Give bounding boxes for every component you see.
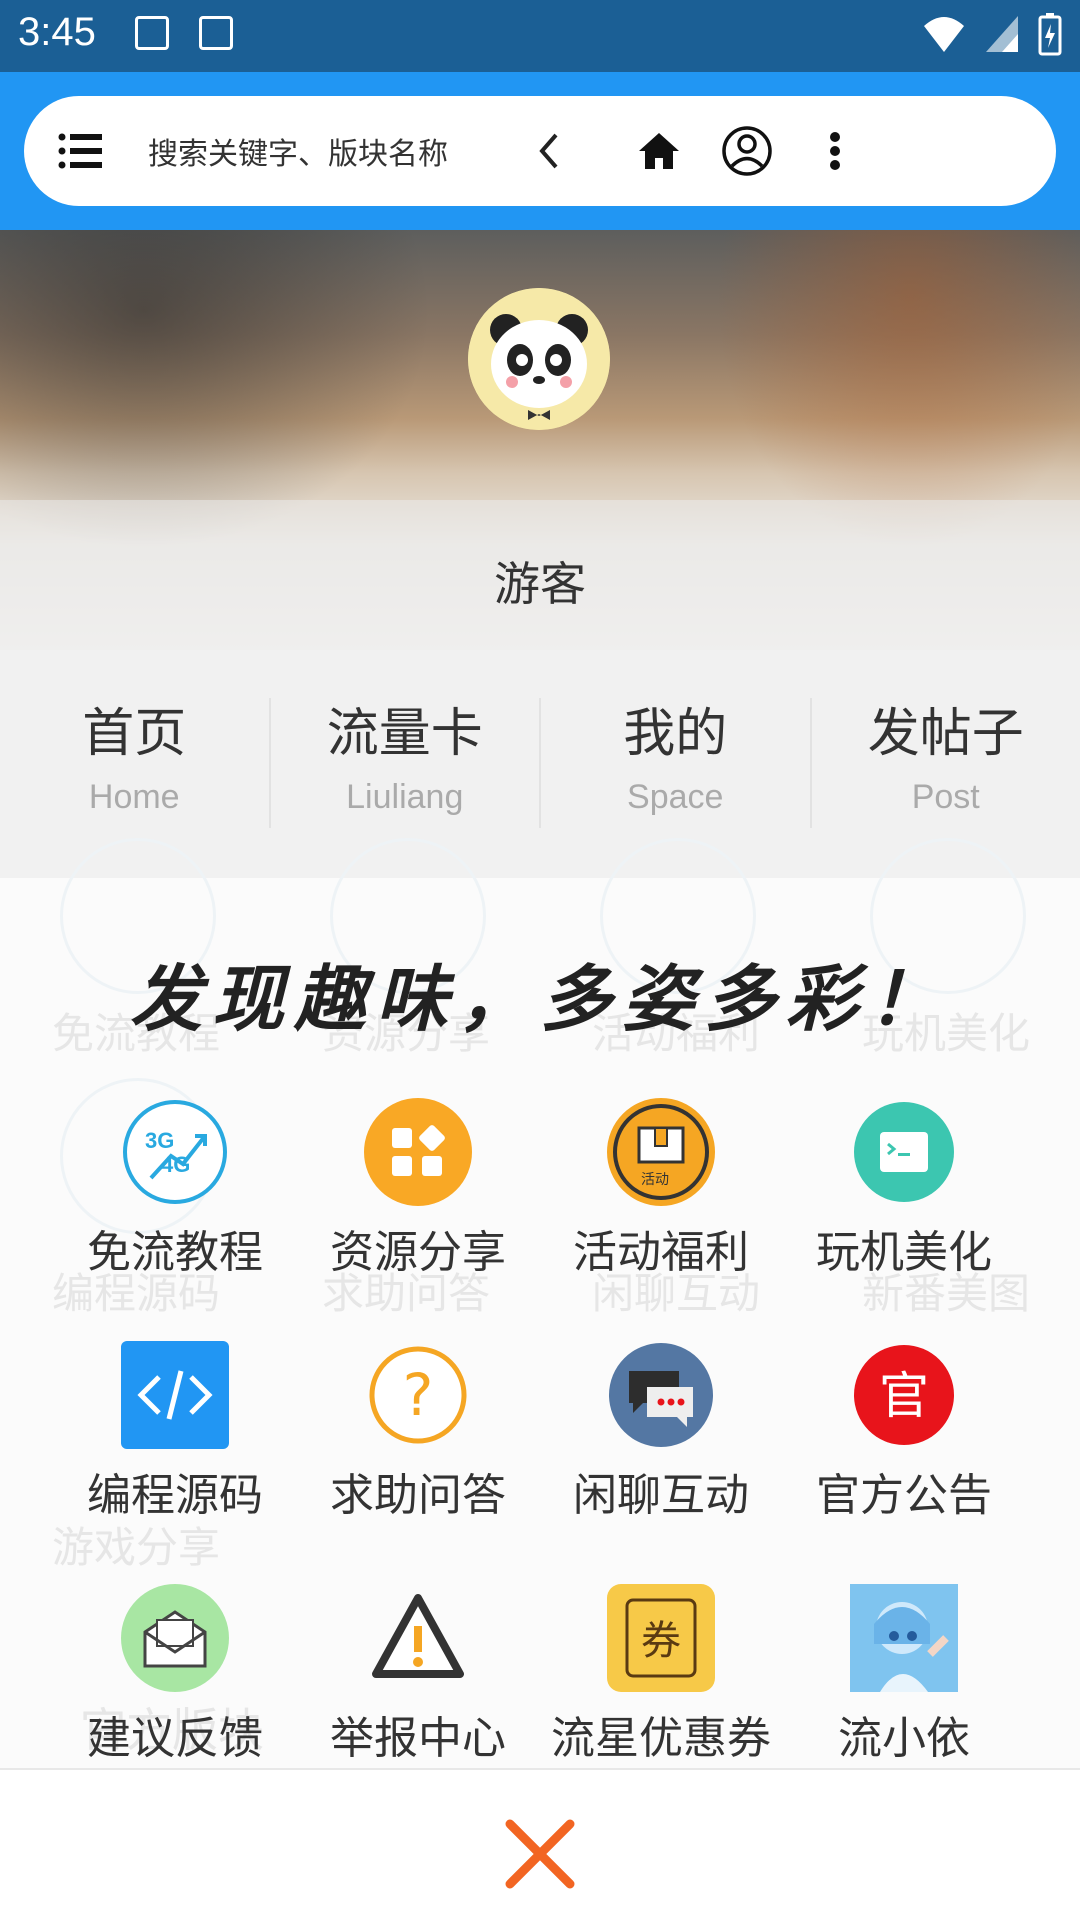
search-input[interactable]: 搜索关键字、版块名称 (148, 129, 448, 173)
question-icon: ? (364, 1341, 472, 1449)
grid-item-mianliu[interactable]: 3G 4G 免流教程 (40, 1098, 310, 1318)
grid-item-help[interactable]: ? 求助问答 (283, 1341, 553, 1561)
svg-text:?: ? (403, 1361, 434, 1429)
more-icon (829, 131, 841, 171)
coupon-icon: 券 (607, 1584, 715, 1692)
terminal-icon (850, 1098, 958, 1206)
nav-item-liuliang[interactable]: 流量卡 Liuliang (271, 698, 542, 828)
grid-item-label: 玩机美化 (769, 1216, 1039, 1280)
popup-bottom-bar (0, 1768, 1080, 1922)
grid-item-label: 官方公告 (769, 1459, 1039, 1523)
grid-item-label: 举报中心 (283, 1702, 553, 1766)
grid-item-label: 免流教程 (40, 1216, 310, 1280)
nav-subtitle: Liuliang (271, 778, 540, 817)
status-time: 3:45 (18, 10, 96, 55)
grid-item-label: 编程源码 (40, 1459, 310, 1523)
anime-avatar-icon (850, 1584, 958, 1692)
svg-text:3G: 3G (145, 1128, 174, 1153)
user-icon (721, 125, 773, 177)
nav-title: 流量卡 (271, 698, 540, 770)
more-button[interactable] (800, 116, 870, 186)
grid-item-label: 流星优惠券 (526, 1702, 796, 1766)
nav-subtitle: Space (541, 778, 810, 817)
close-icon[interactable] (500, 1814, 580, 1894)
signal-icon (984, 14, 1020, 54)
user-button[interactable] (712, 116, 782, 186)
grid-item-beautify[interactable]: 玩机美化 (769, 1098, 1039, 1318)
grid-icon (364, 1098, 472, 1206)
official-icon: 官 (850, 1341, 958, 1449)
image-notification-icon (135, 16, 169, 50)
nav-title: 首页 (0, 698, 269, 770)
mail-icon (121, 1584, 229, 1692)
back-button[interactable] (514, 116, 584, 186)
wifi-icon (922, 14, 966, 54)
grid-item-label: 资源分享 (283, 1216, 553, 1280)
grid-item-label: 建议反馈 (40, 1702, 310, 1766)
status-bar: 3:45 (0, 0, 1080, 72)
3g4g-icon: 3G 4G (121, 1098, 229, 1206)
svg-text:活动: 活动 (641, 1172, 669, 1188)
coupon-glyph: 券 (641, 1618, 681, 1664)
nav-title: 发帖子 (812, 698, 1080, 770)
code-icon (121, 1341, 229, 1449)
nav-subtitle: Post (812, 778, 1080, 817)
grid-item-code[interactable]: 编程源码 (40, 1341, 310, 1561)
home-button[interactable] (624, 116, 694, 186)
back-icon (534, 131, 564, 171)
grid-item-resources[interactable]: 资源分享 (283, 1098, 553, 1318)
app-notification-icon (199, 16, 233, 50)
category-popup: 免流教程 资源分享 活动福利 玩机美化 编程源码 求助问答 闲聊互动 新番美图 … (0, 878, 1080, 1920)
nav-item-space[interactable]: 我的 Space (541, 698, 812, 828)
grid-item-label: 闲聊互动 (526, 1459, 796, 1523)
nav-item-home[interactable]: 首页 Home (0, 698, 271, 828)
nav-subtitle: Home (0, 778, 269, 817)
chat-icon (607, 1341, 715, 1449)
slogan: 发现趣味，多姿多彩！ (0, 940, 1080, 1045)
nav-item-post[interactable]: 发帖子 Post (812, 698, 1080, 828)
battery-icon (1038, 12, 1062, 56)
grid-item-activities[interactable]: 活动 活动福利 (526, 1098, 796, 1318)
warning-icon (364, 1584, 472, 1692)
search-bar[interactable]: 搜索关键字、版块名称 (24, 96, 1056, 206)
grid-item-label: 活动福利 (526, 1216, 796, 1280)
profile-banner: 游客 (0, 230, 1080, 650)
gift-icon: 活动 (607, 1098, 715, 1206)
avatar[interactable] (468, 288, 610, 430)
grid-item-label: 求助问答 (283, 1459, 553, 1523)
username: 游客 (0, 548, 1080, 614)
official-glyph: 官 (879, 1367, 929, 1425)
grid-item-label: 流小依 (769, 1702, 1039, 1766)
panda-avatar-icon (468, 288, 610, 430)
app-header: 搜索关键字、版块名称 (0, 72, 1080, 230)
menu-icon[interactable] (58, 126, 104, 176)
nav-title: 我的 (541, 698, 810, 770)
home-icon (637, 131, 681, 171)
grid-item-chat[interactable]: 闲聊互动 (526, 1341, 796, 1561)
grid-item-official[interactable]: 官 官方公告 (769, 1341, 1039, 1561)
